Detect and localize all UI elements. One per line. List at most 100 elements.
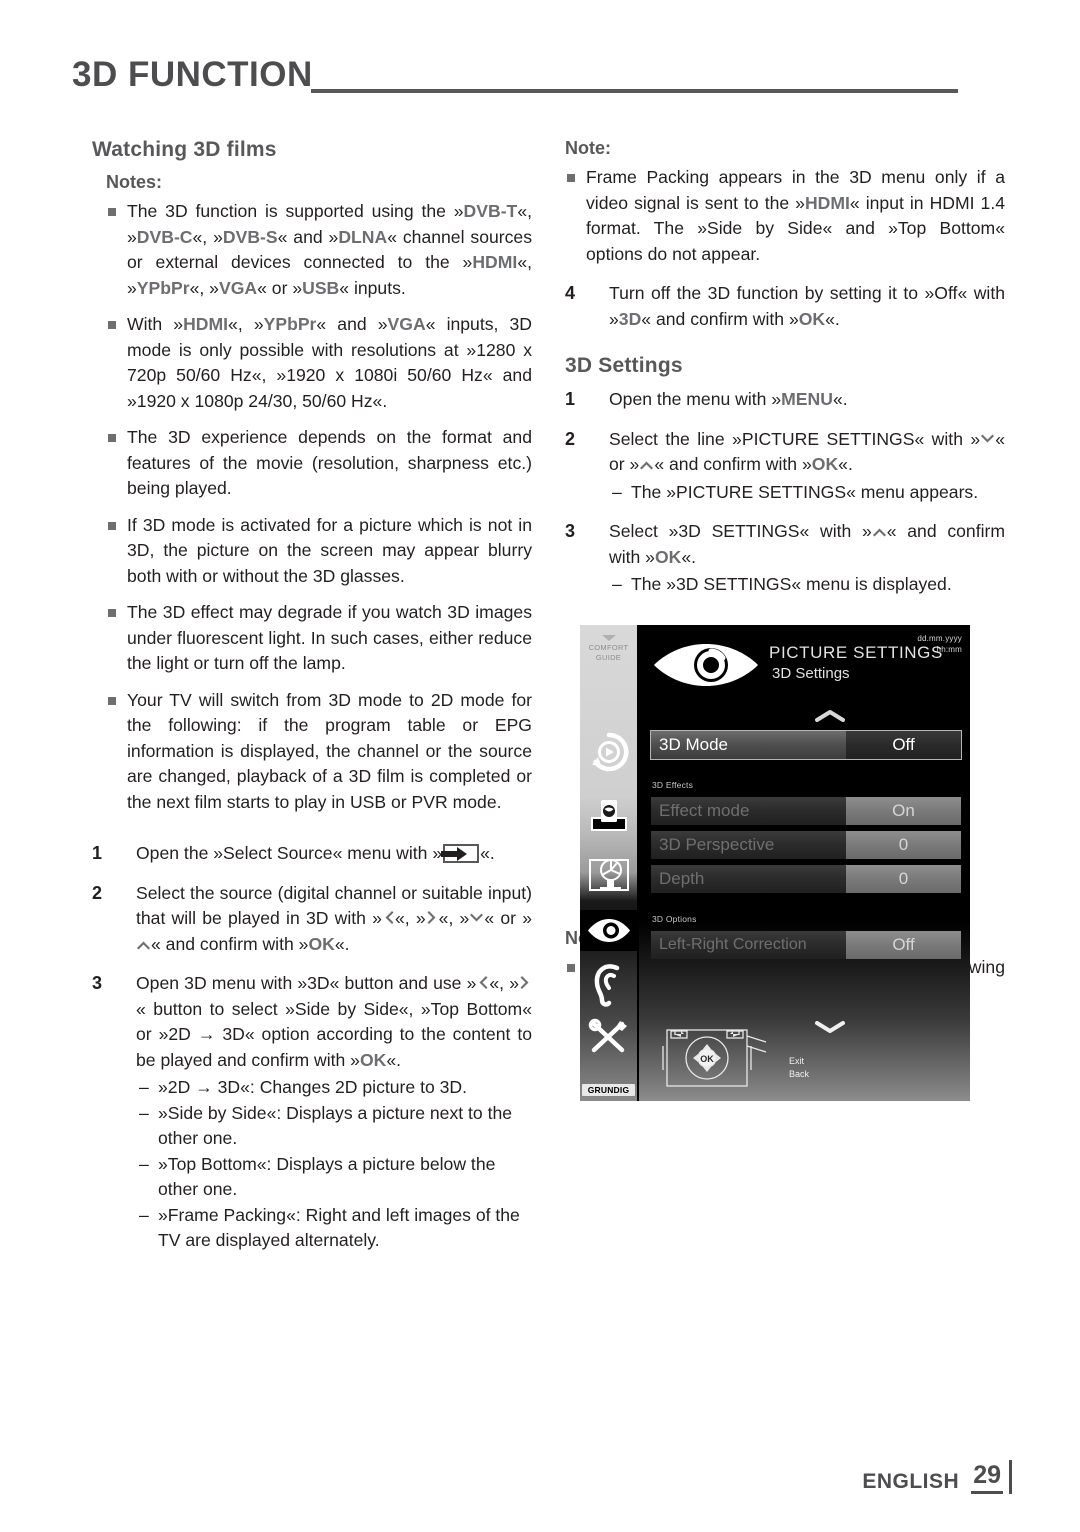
menu-subtitle: 3D Settings [772, 665, 850, 682]
note-item: The 3D function is supported using the »… [106, 199, 532, 301]
step-number: 2 [565, 428, 576, 449]
step2-sublist: The »PICTURE SETTINGS« menu appears. [609, 480, 1005, 506]
note-item: If 3D mode is activated for a picture wh… [106, 513, 532, 590]
step4-list: 4 Turn off the 3D function by setting it… [565, 281, 1005, 332]
sublist-item: »Top Bottom«: Displays a picture below t… [136, 1152, 532, 1203]
group-label-3d-effects: 3D Effects [652, 780, 694, 790]
eye-icon [654, 644, 758, 686]
chevron-up-small-icon [601, 635, 616, 641]
up-arrow-icon [872, 525, 887, 538]
step-item: 3 Select »3D SETTINGS« with » « and confi… [565, 519, 1005, 598]
page-footer: ENGLISH 29 [862, 1460, 1012, 1494]
remote-legend-diagram: OK [661, 1026, 786, 1093]
right-arrow-icon [426, 910, 439, 925]
menu-row-left-right-correction[interactable]: Left-Right Correction Off [651, 931, 961, 959]
step-item: 3 Open 3D menu with »3D« button and use … [92, 971, 532, 1254]
step-item: 1 Open the »Select Source« menu with » «. [92, 841, 532, 867]
comfort-guide-line1: COMFORT [588, 643, 629, 652]
section-title-3d-settings: 3D Settings [565, 354, 683, 377]
footer-language: ENGLISH [862, 1470, 960, 1493]
step-number: 1 [565, 389, 576, 409]
notes-label: Notes: [106, 172, 163, 192]
down-arrow-icon [469, 912, 484, 925]
note-item: With »HDMI«, »YPbPr« and »VGA« inputs, 3… [106, 312, 532, 414]
step-number: 1 [92, 843, 103, 863]
menu-row-value: On [846, 797, 961, 825]
step-number: 3 [565, 521, 576, 541]
scroll-down-chevron-icon[interactable] [815, 1021, 845, 1039]
picture-settings-icon [588, 859, 629, 891]
manual-page: 3D FUNCTION Watching 3D films Notes: The… [0, 0, 1080, 1532]
note-item: The 3D experience depends on the format … [106, 425, 532, 502]
sublist-item: The »3D SETTINGS« menu is displayed. [609, 572, 1005, 598]
comfort-guide-label: COMFORT GUIDE [580, 635, 637, 662]
menu-row-3d-mode[interactable]: 3D Mode Off [650, 730, 962, 760]
select-source-icon [441, 844, 480, 863]
header-rule [310, 89, 958, 93]
menu-row-value: 0 [846, 831, 961, 859]
sublist-item: »Side by Side«: Displays a picture next … [136, 1101, 532, 1152]
remote-keypad-icon: OK [662, 1029, 767, 1087]
ear-icon [594, 964, 619, 1007]
menu-row-depth[interactable]: Depth 0 [651, 865, 961, 893]
menu-row-3d-perspective[interactable]: 3D Perspective 0 [651, 831, 961, 859]
legend-labels: Exit Back [789, 1055, 809, 1081]
group-label-3d-options: 3D Options [652, 914, 697, 924]
down-arrow-icon [980, 433, 995, 446]
sublist-item: »2D → 3D«: Changes 2D picture to 3D. [136, 1075, 532, 1101]
menu-eye-icon-wrap [651, 641, 761, 694]
play-circle-icon [591, 732, 628, 772]
sublist-item: »Frame Packing«: Right and left images o… [136, 1203, 532, 1254]
menu-row-value: Off [846, 731, 961, 759]
step3-sublist: »2D → 3D«: Changes 2D picture to 3D. »Si… [136, 1075, 532, 1254]
sidebar-item-media[interactable] [580, 796, 637, 836]
step-item: 2 Select the source (digital channel or … [92, 882, 532, 954]
left-arrow-icon [476, 975, 489, 990]
sidebar-item-playback[interactable] [580, 729, 637, 775]
up-arrow-icon [639, 458, 654, 471]
notes-list: The 3D function is supported using the »… [106, 199, 532, 815]
note-item: Your TV will switch from 3D mode to 2D m… [106, 688, 532, 816]
step-item: 1 Open the menu with »MENU«. [565, 387, 1005, 413]
footer-bar [1009, 1460, 1012, 1494]
note-item: Frame Packing appears in the 3D menu onl… [565, 165, 1005, 267]
note-item: The 3D effect may degrade if you watch 3… [106, 600, 532, 677]
menu-row-effect-mode[interactable]: Effect mode On [651, 797, 961, 825]
page-title: 3D FUNCTION [72, 55, 313, 94]
left-column: Watching 3D films Notes: The 3D function… [92, 138, 532, 1268]
legend-exit-label: Exit [789, 1056, 805, 1066]
scroll-up-chevron-icon[interactable] [815, 709, 845, 727]
note-label-top: Note: [565, 138, 611, 158]
svg-text:OK: OK [700, 1054, 714, 1064]
step-number: 4 [565, 283, 576, 303]
step-number: 3 [92, 973, 103, 993]
media-device-icon [590, 800, 627, 831]
brand-logo: GRUNDIG [582, 1084, 635, 1096]
step-item: 4 Turn off the 3D function by setting it… [565, 283, 1005, 329]
menu-row-value: 0 [846, 865, 961, 893]
left-arrow-icon [382, 910, 395, 925]
sublist-item: The »PICTURE SETTINGS« menu appears. [609, 480, 1005, 506]
menu-row-value: Off [846, 931, 961, 959]
right-arrow-icon [519, 975, 532, 990]
tv-menu-screenshot: COMFORT GUIDE GRUNDIG dd.mm.yyyy hh:mm P… [580, 625, 970, 1101]
sidebar-item-3d-settings[interactable] [580, 910, 637, 951]
right-steps-list: 1 Open the menu with »MENU«. 2 Select th… [565, 387, 1005, 598]
tools-icon [588, 1018, 627, 1053]
footer-page-number: 29 [971, 1461, 1003, 1494]
step-number: 2 [92, 882, 103, 903]
step3-sublist: The »3D SETTINGS« menu is displayed. [609, 572, 1005, 598]
step-item: 2 Select the line »PICTURE SETTINGS« wit… [565, 427, 1005, 506]
legend-back-label: Back [789, 1069, 810, 1079]
tv-menu-main: dd.mm.yyyy hh:mm PICTURE SETTINGS 3D Set… [639, 625, 970, 1101]
sidebar-item-sound[interactable] [580, 961, 637, 1007]
sidebar-item-tools[interactable] [580, 1017, 637, 1057]
section-title-watching-3d-films: Watching 3D films [92, 138, 277, 161]
comfort-guide-line2: GUIDE [595, 652, 622, 662]
top-note-list: Frame Packing appears in the 3D menu onl… [565, 165, 1005, 267]
page-header: 3D FUNCTION [72, 50, 1008, 108]
left-steps-list: 1 Open the »Select Source« menu with » «.… [92, 841, 532, 1254]
menu-title: PICTURE SETTINGS [769, 643, 943, 662]
up-arrow-icon [136, 938, 151, 951]
sidebar-item-picture[interactable] [580, 855, 637, 897]
